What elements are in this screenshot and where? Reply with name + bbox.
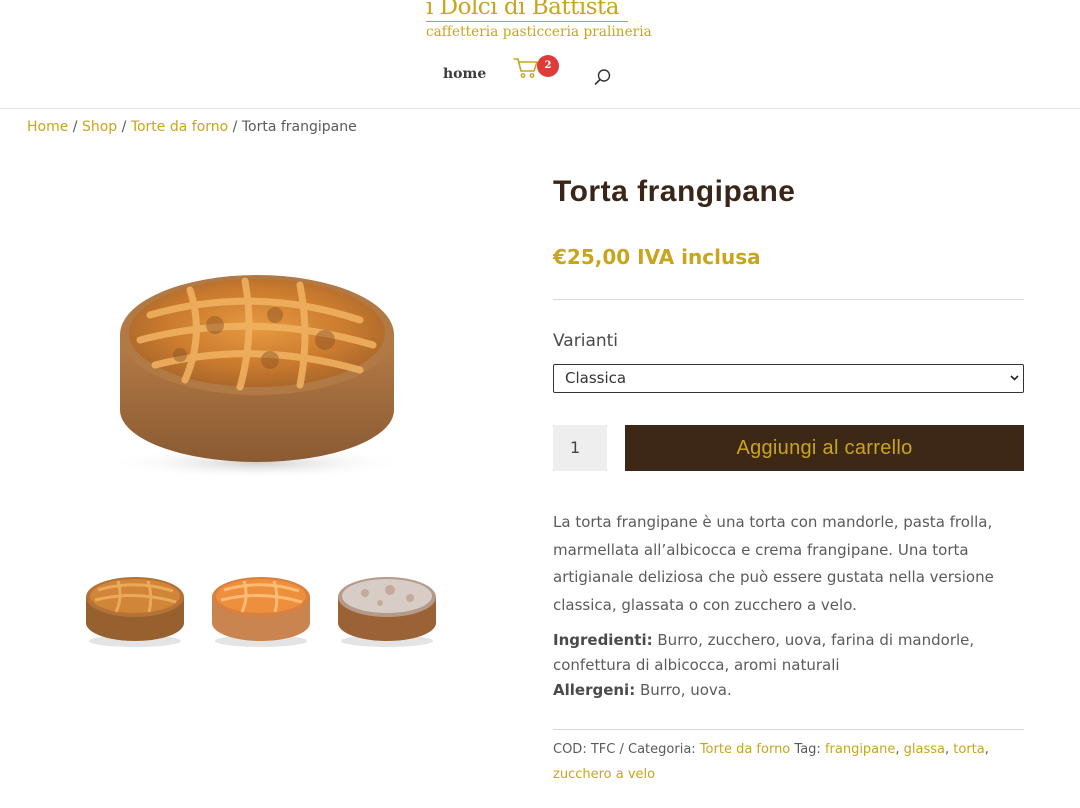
divider <box>553 299 1024 300</box>
sku-value: TFC <box>590 742 616 757</box>
variant-selected-value: Classica <box>565 369 627 387</box>
nav-home-link[interactable]: home <box>443 66 486 82</box>
product-ingredients-block: Ingredienti: Burro, zucchero, uova, fari… <box>553 628 1023 703</box>
category-link[interactable]: Torte da forno <box>700 742 790 757</box>
product-title: Torta frangipane <box>553 175 796 208</box>
divider <box>553 729 1024 730</box>
tag-link[interactable]: torta <box>953 742 984 757</box>
product-thumbnail-3[interactable] <box>335 565 439 651</box>
product-thumbnail-1[interactable] <box>83 565 187 651</box>
site-logo[interactable]: i Dolci di Battista caffetteria pasticce… <box>426 0 652 46</box>
tart-thumbnail-classic <box>86 577 184 647</box>
logo-subtitle: caffetteria pasticceria pralineria <box>426 24 652 40</box>
add-to-cart-button[interactable]: Aggiungi al carrello <box>625 425 1024 471</box>
breadcrumb: Home / Shop / Torte da forno / Torta fra… <box>27 119 357 135</box>
search-button[interactable] <box>594 68 612 86</box>
breadcrumb-separator: / <box>121 119 127 135</box>
cart-count-badge: 2 <box>537 55 559 77</box>
breadcrumb-current: Torta frangipane <box>241 119 357 135</box>
product-price: €25,00 IVA inclusa <box>553 245 761 269</box>
category-label: Categoria: <box>628 742 696 757</box>
ingredients-label: Ingredienti: <box>553 631 653 649</box>
quantity-value: 1 <box>570 438 581 457</box>
breadcrumb-home[interactable]: Home <box>27 119 68 135</box>
site-header: i Dolci di Battista caffetteria pasticce… <box>0 0 1080 109</box>
meta-separator: / <box>619 742 624 757</box>
breadcrumb-separator: / <box>232 119 238 135</box>
breadcrumb-shop[interactable]: Shop <box>82 119 117 135</box>
logo-underline <box>426 21 628 22</box>
product-thumbnail-2[interactable] <box>209 565 313 651</box>
tag-link[interactable]: glassa <box>904 742 945 757</box>
tart-thumbnail-glazed <box>212 577 310 647</box>
tag-link[interactable]: frangipane <box>825 742 895 757</box>
tag-link[interactable]: zucchero a velo <box>553 767 655 782</box>
sku-label: COD: <box>553 742 587 757</box>
tart-thumbnail-powdered <box>338 577 436 647</box>
product-description: La torta frangipane è una torta con mand… <box>553 513 994 615</box>
allergens-text: Burro, uova. <box>639 681 732 699</box>
cart-icon <box>513 58 538 78</box>
allergens-label: Allergeni: <box>553 681 636 699</box>
breadcrumb-category[interactable]: Torte da forno <box>131 119 228 135</box>
logo-title: i Dolci di Battista <box>426 0 619 20</box>
tag-label: Tag: <box>794 742 821 757</box>
quantity-input[interactable]: 1 <box>553 425 607 471</box>
variants-label: Varianti <box>553 331 619 351</box>
product-main-image[interactable] <box>95 245 435 485</box>
variant-select[interactable]: Classica <box>553 364 1024 393</box>
search-icon <box>594 69 611 85</box>
chevron-down-icon <box>1010 375 1019 381</box>
tart-image <box>107 275 407 479</box>
cart-button[interactable] <box>513 56 539 80</box>
breadcrumb-separator: / <box>72 119 78 135</box>
product-meta: COD: TFC / Categoria: Torte da forno Tag… <box>553 742 989 782</box>
